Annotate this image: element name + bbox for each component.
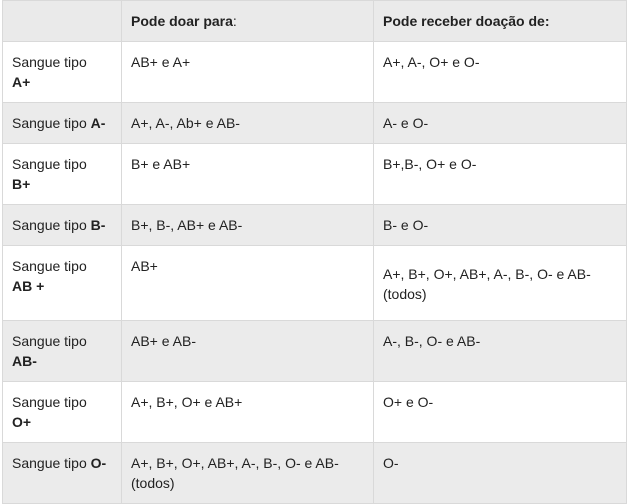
blood-type-prefix: Sangue tipo bbox=[12, 394, 87, 410]
can-receive-cell: A+, A-, O+ e O- bbox=[373, 41, 627, 103]
header-can-donate-colon: : bbox=[232, 13, 237, 29]
blood-type-value: AB- bbox=[12, 353, 37, 369]
can-receive-cell: B- e O- bbox=[373, 204, 627, 246]
can-donate-cell: B+ e AB+ bbox=[121, 143, 374, 205]
blood-type-cell: Sangue tipo B+ bbox=[2, 143, 122, 205]
table-row: Sangue tipo B+ B+ e AB+ B+,B-, O+ e O- bbox=[2, 143, 627, 205]
header-blood-type bbox=[2, 0, 122, 42]
header-can-receive-label: Pode receber doação de: bbox=[383, 13, 550, 29]
can-donate-cell: AB+ e AB- bbox=[121, 320, 374, 382]
can-receive-cell: A- e O- bbox=[373, 102, 627, 144]
can-donate-cell: A+, B+, O+ e AB+ bbox=[121, 381, 374, 443]
blood-type-value: A+ bbox=[12, 74, 31, 90]
can-receive-cell: O- bbox=[373, 442, 627, 504]
header-can-donate-label: Pode doar para bbox=[131, 13, 233, 29]
can-receive-cell: A+, B+, O+, AB+, A-, B-, O- e AB- (todos… bbox=[373, 245, 627, 321]
can-receive-cell: B+,B-, O+ e O- bbox=[373, 143, 627, 205]
blood-type-value: AB + bbox=[12, 278, 45, 294]
blood-type-prefix: Sangue tipo bbox=[12, 115, 87, 131]
can-receive-cell: O+ e O- bbox=[373, 381, 627, 443]
blood-type-cell: Sangue tipo O+ bbox=[2, 381, 122, 443]
blood-type-value: A- bbox=[90, 115, 106, 131]
header-row: Pode doar para: Pode receber doação de: bbox=[2, 0, 627, 42]
table-row: Sangue tipo O- A+, B+, O+, AB+, A-, B-, … bbox=[2, 442, 627, 504]
blood-type-cell: Sangue tipo A+ bbox=[2, 41, 122, 103]
can-donate-cell: A+, A-, Ab+ e AB- bbox=[121, 102, 374, 144]
blood-type-prefix: Sangue tipo bbox=[12, 54, 87, 70]
blood-type-cell: Sangue tipo AB + bbox=[2, 245, 122, 321]
blood-type-prefix: Sangue tipo bbox=[12, 156, 87, 172]
can-donate-cell: A+, B+, O+, AB+, A-, B-, O- e AB- (todos… bbox=[121, 442, 374, 504]
can-donate-cell: B+, B-, AB+ e AB- bbox=[121, 204, 374, 246]
header-can-receive: Pode receber doação de: bbox=[373, 0, 627, 42]
table-row: Sangue tipo B- B+, B-, AB+ e AB- B- e O- bbox=[2, 204, 627, 246]
blood-type-cell: Sangue tipo AB- bbox=[2, 320, 122, 382]
blood-type-prefix: Sangue tipo bbox=[12, 455, 87, 471]
blood-type-cell: Sangue tipo B- bbox=[2, 204, 122, 246]
can-receive-cell: A-, B-, O- e AB- bbox=[373, 320, 627, 382]
blood-type-prefix: Sangue tipo bbox=[12, 333, 87, 349]
blood-type-value: O+ bbox=[12, 414, 32, 430]
blood-type-value: O- bbox=[90, 455, 107, 471]
table-row: Sangue tipo A+ AB+ e A+ A+, A-, O+ e O- bbox=[2, 41, 627, 103]
table-row: Sangue tipo AB- AB+ e AB- A-, B-, O- e AB… bbox=[2, 320, 627, 382]
blood-type-prefix: Sangue tipo bbox=[12, 217, 87, 233]
blood-type-value: B- bbox=[90, 217, 106, 233]
table-row: Sangue tipo O+ A+, B+, O+ e AB+ O+ e O- bbox=[2, 381, 627, 443]
table-row: Sangue tipo A- A+, A-, Ab+ e AB- A- e O- bbox=[2, 102, 627, 144]
blood-type-cell: Sangue tipo O- bbox=[2, 442, 122, 504]
blood-type-prefix: Sangue tipo bbox=[12, 258, 87, 274]
can-donate-cell: AB+ bbox=[121, 245, 374, 321]
blood-type-cell: Sangue tipo A- bbox=[2, 102, 122, 144]
table-row: Sangue tipo AB + AB+ A+, B+, O+, AB+, A-,… bbox=[2, 245, 627, 321]
blood-compatibility-table: Pode doar para: Pode receber doação de: … bbox=[2, 0, 627, 504]
can-donate-cell: AB+ e A+ bbox=[121, 41, 374, 103]
blood-type-value: B+ bbox=[12, 176, 31, 192]
header-can-donate: Pode doar para: bbox=[121, 0, 374, 42]
